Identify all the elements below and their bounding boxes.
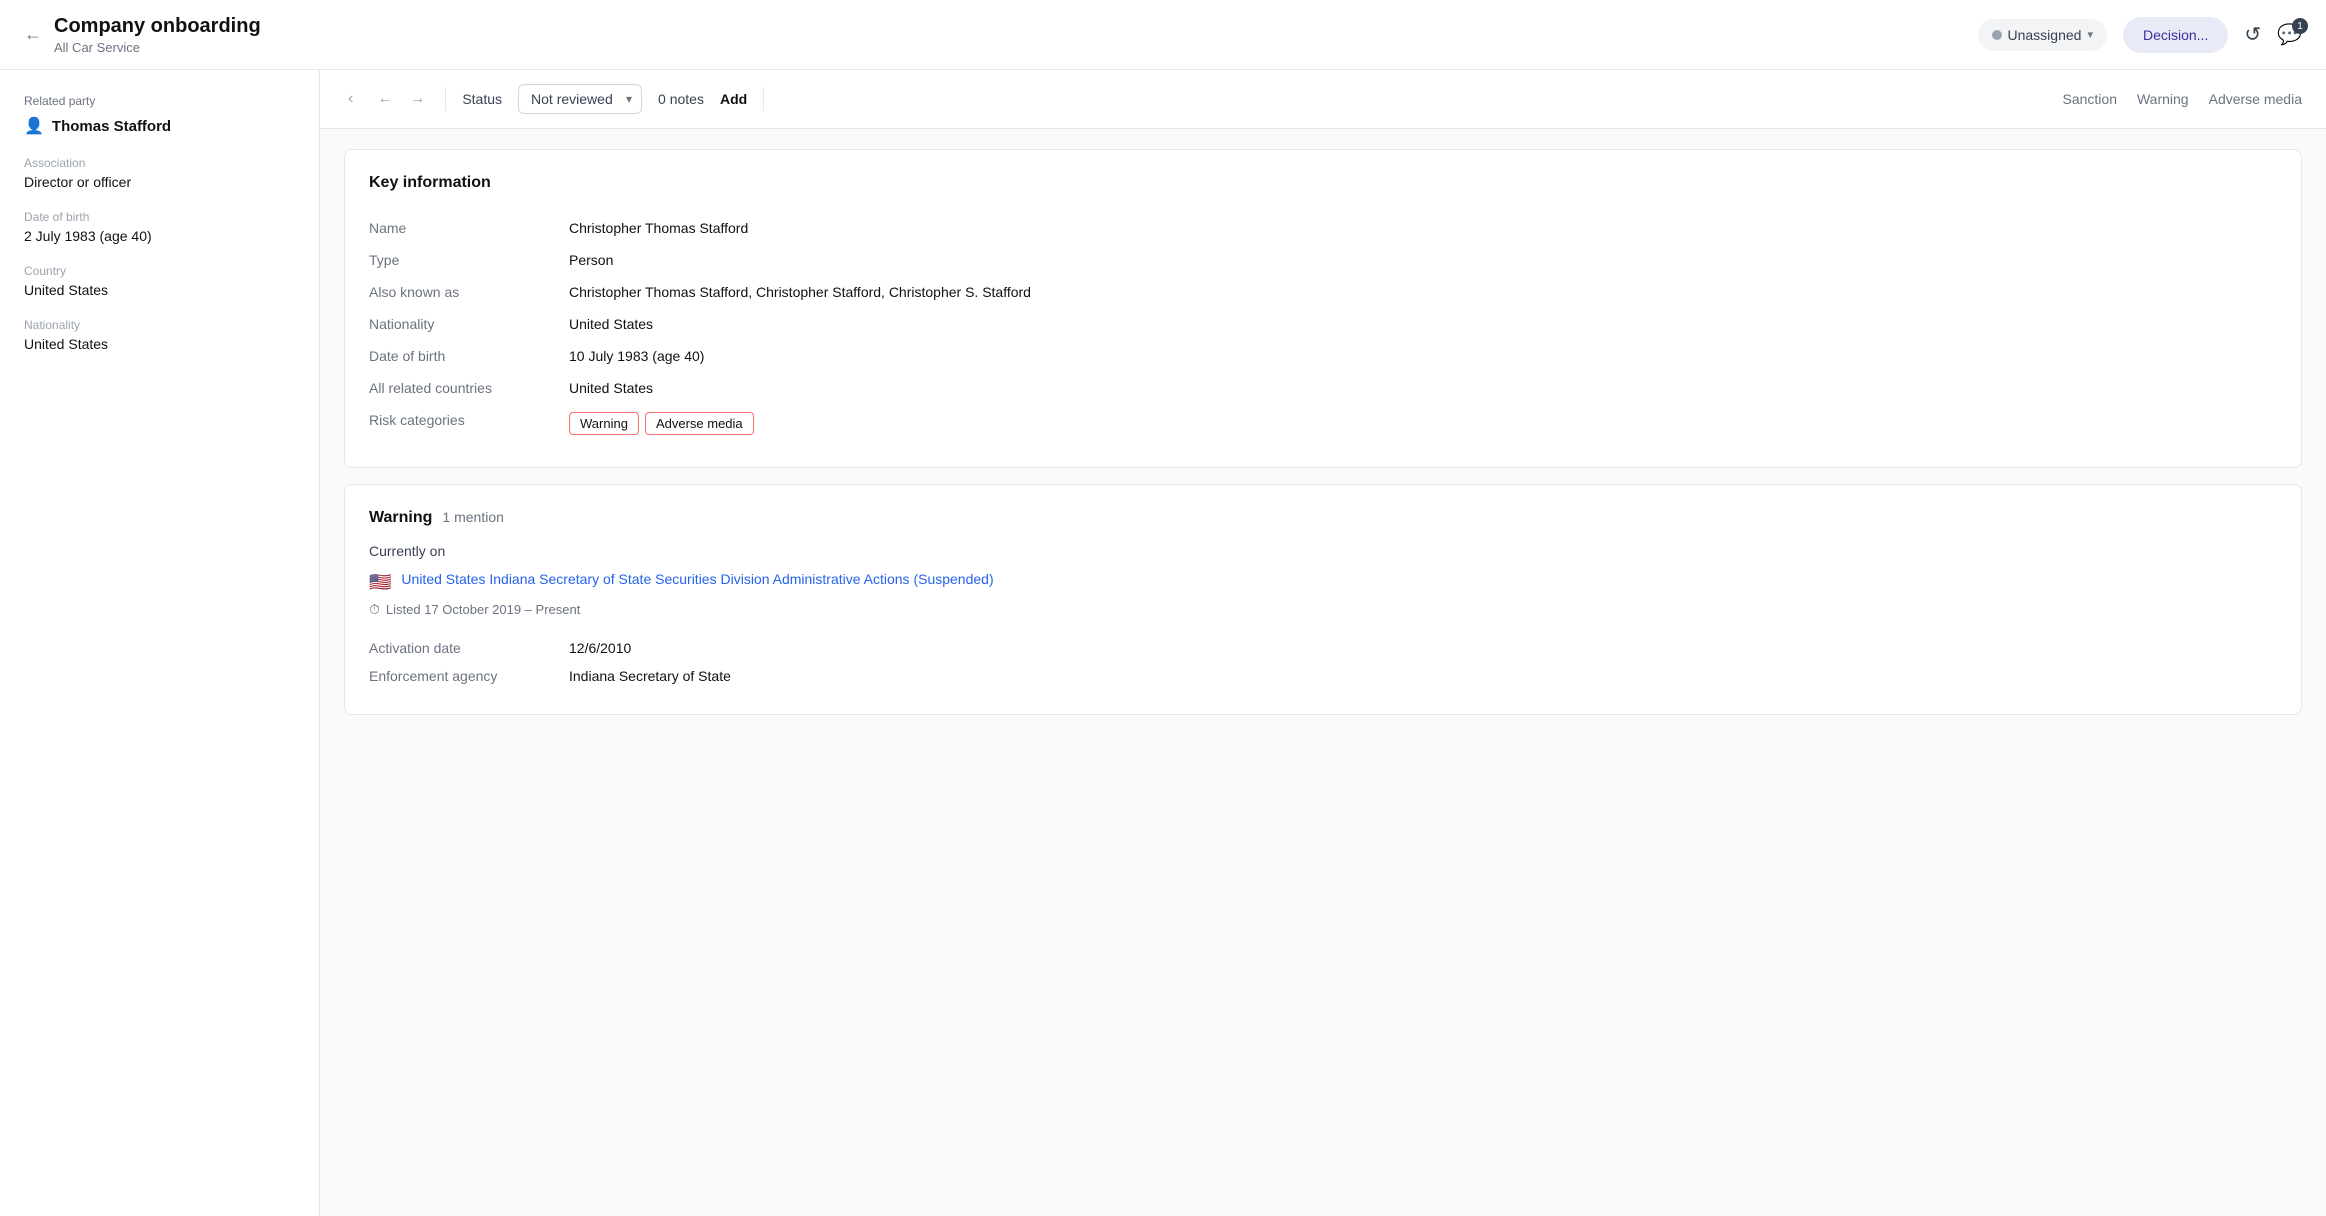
risk-badge-adverse: Adverse media <box>645 412 754 435</box>
enforcement-row: Enforcement agency Indiana Secretary of … <box>369 662 2277 690</box>
dob-section: Date of birth 2 July 1983 (age 40) <box>24 210 295 244</box>
risk-badge-warning: Warning <box>569 412 639 435</box>
activation-value: 12/6/2010 <box>569 634 2277 662</box>
filter-links: Sanction Warning Adverse media <box>2063 91 2303 107</box>
content-toolbar: ‹ ← → Status Not reviewed Reviewed Clear… <box>320 70 2326 129</box>
listed-date: ⏱ Listed 17 October 2019 – Present <box>369 601 2277 618</box>
nationality-label: Nationality <box>24 318 295 332</box>
unassigned-dot-icon <box>1992 30 2002 40</box>
filter-adverse-link[interactable]: Adverse media <box>2209 91 2302 107</box>
association-label: Association <box>24 156 295 170</box>
decision-label: Decision... <box>2143 27 2208 43</box>
clock-icon: ⏱ <box>369 601 380 618</box>
row-label: Also known as <box>369 276 569 308</box>
history-icon: ↺ <box>2244 22 2261 47</box>
warning-list-link[interactable]: United States Indiana Secretary of State… <box>401 571 993 587</box>
association-section: Association Director or officer <box>24 156 295 190</box>
page-title: Company onboarding <box>54 15 261 38</box>
back-button[interactable]: ← <box>24 24 42 45</box>
risk-badges-cell: Warning Adverse media <box>569 404 2277 443</box>
header-right: Unassigned ▾ Decision... ↺ 💬 1 <box>1978 17 2303 53</box>
table-row: NationalityUnited States <box>369 308 2277 340</box>
unassigned-button[interactable]: Unassigned ▾ <box>1978 19 2107 51</box>
table-row: All related countriesUnited States <box>369 372 2277 404</box>
related-party-label: Related party <box>24 94 295 108</box>
risk-label: Risk categories <box>369 404 569 443</box>
enforcement-label: Enforcement agency <box>369 662 569 690</box>
dob-value: 2 July 1983 (age 40) <box>24 228 295 244</box>
status-select[interactable]: Not reviewed Reviewed Cleared Rejected <box>518 84 642 114</box>
key-info-title: Key information <box>369 174 2277 192</box>
nav-arrows: ← → <box>373 86 429 112</box>
back-icon: ← <box>24 24 42 45</box>
unassigned-label: Unassigned <box>2008 27 2082 43</box>
prev-button[interactable]: ← <box>373 86 397 112</box>
filter-warning-link[interactable]: Warning <box>2137 91 2189 107</box>
person-icon: 👤 <box>24 116 44 136</box>
decision-button[interactable]: Decision... <box>2123 17 2228 53</box>
status-wrapper[interactable]: Not reviewed Reviewed Cleared Rejected ▾ <box>518 84 642 114</box>
country-value: United States <box>24 282 295 298</box>
toolbar-divider <box>445 87 446 111</box>
enforcement-value: Indiana Secretary of State <box>569 662 2277 690</box>
header-left: ← Company onboarding All Car Service <box>24 15 261 55</box>
currently-on-label: Currently on <box>369 543 2277 559</box>
content-panels: Key information NameChristopher Thomas S… <box>320 129 2326 735</box>
warning-title: Warning <box>369 509 432 527</box>
risk-categories-row: Risk categories Warning Adverse media <box>369 404 2277 443</box>
us-flag-icon: 🇺🇸 <box>369 572 391 593</box>
nationality-value: United States <box>24 336 295 352</box>
row-value: Christopher Thomas Stafford <box>569 212 2277 244</box>
table-row: Date of birth10 July 1983 (age 40) <box>369 340 2277 372</box>
record-back-button[interactable]: ‹ <box>344 86 357 112</box>
add-button[interactable]: Add <box>720 91 747 107</box>
row-label: Nationality <box>369 308 569 340</box>
row-value: United States <box>569 308 2277 340</box>
row-label: Name <box>369 212 569 244</box>
main-layout: Related party 👤 Thomas Stafford Associat… <box>0 70 2326 1216</box>
country-label: Country <box>24 264 295 278</box>
header-title-block: Company onboarding All Car Service <box>54 15 261 55</box>
country-section: Country United States <box>24 264 295 298</box>
chat-button[interactable]: 💬 1 <box>2277 22 2302 47</box>
unassigned-chevron-icon: ▾ <box>2087 28 2093 41</box>
warning-detail-table: Activation date 12/6/2010 Enforcement ag… <box>369 634 2277 690</box>
table-row: Also known asChristopher Thomas Stafford… <box>369 276 2277 308</box>
chat-badge: 1 <box>2292 18 2308 34</box>
toolbar-divider-2 <box>763 87 764 111</box>
warning-list-item: 🇺🇸 United States Indiana Secretary of St… <box>369 571 2277 593</box>
row-value: United States <box>569 372 2277 404</box>
listed-date-text: Listed 17 October 2019 – Present <box>386 602 580 617</box>
status-label: Status <box>462 91 502 107</box>
warning-header: Warning 1 mention <box>369 509 2277 527</box>
content-area: ‹ ← → Status Not reviewed Reviewed Clear… <box>320 70 2326 1216</box>
key-information-panel: Key information NameChristopher Thomas S… <box>344 149 2302 468</box>
table-row: NameChristopher Thomas Stafford <box>369 212 2277 244</box>
person-name: Thomas Stafford <box>52 118 171 135</box>
key-info-table: NameChristopher Thomas StaffordTypePerso… <box>369 212 2277 443</box>
page-subtitle: All Car Service <box>54 40 261 55</box>
dob-label: Date of birth <box>24 210 295 224</box>
row-label: All related countries <box>369 372 569 404</box>
warning-panel: Warning 1 mention Currently on 🇺🇸 United… <box>344 484 2302 715</box>
mention-count: 1 mention <box>442 509 503 525</box>
filter-sanction-link[interactable]: Sanction <box>2063 91 2117 107</box>
nationality-section: Nationality United States <box>24 318 295 352</box>
activation-row: Activation date 12/6/2010 <box>369 634 2277 662</box>
add-label: Add <box>720 91 747 107</box>
row-label: Date of birth <box>369 340 569 372</box>
row-label: Type <box>369 244 569 276</box>
next-button[interactable]: → <box>405 86 429 112</box>
table-row: TypePerson <box>369 244 2277 276</box>
row-value: 10 July 1983 (age 40) <box>569 340 2277 372</box>
row-value: Person <box>569 244 2277 276</box>
row-value: Christopher Thomas Stafford, Christopher… <box>569 276 2277 308</box>
history-button[interactable]: ↺ <box>2244 22 2261 47</box>
person-row: 👤 Thomas Stafford <box>24 116 295 136</box>
activation-label: Activation date <box>369 634 569 662</box>
sidebar: Related party 👤 Thomas Stafford Associat… <box>0 70 320 1216</box>
notes-count: 0 notes <box>658 91 704 107</box>
association-value: Director or officer <box>24 174 295 190</box>
top-header: ← Company onboarding All Car Service Una… <box>0 0 2326 70</box>
